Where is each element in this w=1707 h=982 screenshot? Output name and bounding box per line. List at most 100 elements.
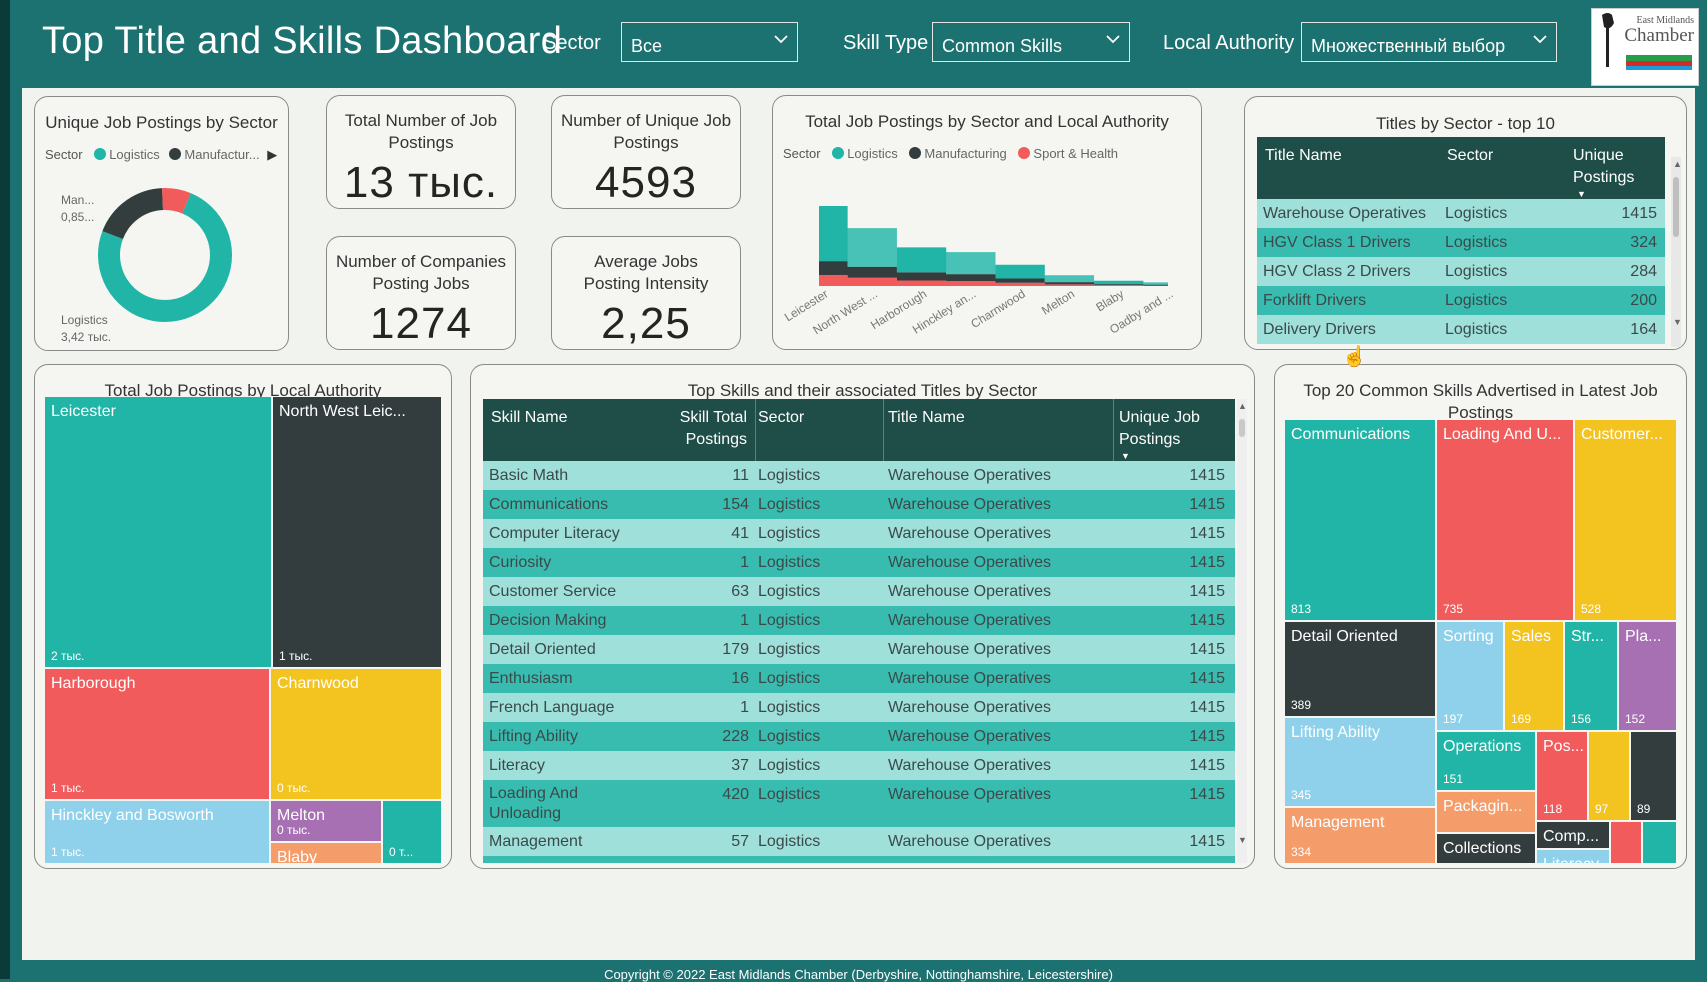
treemap-tile-label: Communications: [1291, 426, 1411, 443]
treemap-tile[interactable]: Management 334: [1285, 808, 1435, 863]
treemap-tile-value: 169: [1511, 712, 1532, 726]
treemap-tile[interactable]: Sorting 197: [1437, 622, 1503, 730]
treemap-tile[interactable]: Pla... 152: [1619, 622, 1676, 730]
treemap-tile[interactable]: Str... 156: [1565, 622, 1617, 730]
scroll-up-icon[interactable]: ▲: [1238, 401, 1247, 411]
table-row[interactable]: French Language 1 Logistics Warehouse Opera…: [483, 693, 1235, 722]
table-cell: Decision Making: [489, 612, 607, 629]
table-cell: Warehouse Operatives: [888, 670, 1052, 687]
table-row[interactable]: Warehouse Operatives Logistics 1415: [1257, 199, 1665, 228]
area-chart-card[interactable]: Total Job Postings by Sector and Local A…: [772, 95, 1202, 350]
table-row[interactable]: Operations 4 Logistics Warehouse Operatives…: [483, 856, 1235, 863]
donut-chart[interactable]: [95, 185, 235, 325]
table-row[interactable]: HGV Class 2 Drivers Logistics 284: [1257, 257, 1665, 286]
treemap-tile[interactable]: North West Leic... 1 тыс.: [273, 397, 441, 667]
table-scrollbar[interactable]: ▲ ▼: [1237, 399, 1247, 863]
table-row[interactable]: Customer Service 63 Logistics Warehouse Ope…: [483, 577, 1235, 606]
treemap-tile[interactable]: Charnwood 0 тыс.: [271, 669, 441, 799]
treemap-tile[interactable]: Leicester 2 тыс.: [45, 397, 271, 667]
table-row[interactable]: Communications 154 Logistics Warehouse Oper…: [483, 490, 1235, 519]
skills-table[interactable]: Skill Name Skill Total Postings Sector T…: [483, 399, 1235, 863]
table-row[interactable]: HGV Class 1 Drivers Logistics 324: [1257, 228, 1665, 257]
treemap-tile[interactable]: Hinckley and Bosworth 1 тыс.: [45, 801, 269, 863]
treemap-tile[interactable]: 97: [1589, 732, 1629, 820]
table-cell: Logistics: [758, 833, 821, 850]
table-row[interactable]: Computer Literacy 41 Logistics Warehouse Op…: [483, 519, 1235, 548]
treemap-tile-label: Collections: [1443, 840, 1522, 857]
table-row[interactable]: Enthusiasm 16 Logistics Warehouse Operative…: [483, 664, 1235, 693]
column-header-sector[interactable]: Sector: [1447, 145, 1493, 167]
treemap-tile[interactable]: [1643, 822, 1676, 863]
footer: Copyright © 2022 East Midlands Chamber (…: [10, 962, 1707, 982]
skills-treemap[interactable]: Communications 813 Loading And U... 735 Cust…: [1285, 420, 1676, 863]
treemap-tile-value: 735: [1443, 602, 1464, 616]
table-cell: 1415: [1189, 670, 1225, 687]
table-row[interactable]: Delivery Drivers Logistics 164: [1257, 315, 1665, 344]
treemap-tile[interactable]: Literacy: [1537, 850, 1609, 863]
treemap-tile[interactable]: Loading And U... 735: [1437, 420, 1573, 620]
local-authority-filter-dropdown[interactable]: Множественный выбор: [1301, 22, 1557, 62]
column-header-unique-job-postings[interactable]: Unique Job Postings: [1119, 407, 1209, 451]
treemap-tile[interactable]: Packagin...: [1437, 792, 1535, 832]
scroll-down-icon[interactable]: ▼: [1673, 317, 1682, 327]
table-row[interactable]: Forklift Drivers Logistics 200: [1257, 286, 1665, 315]
treemap-tile[interactable]: Lifting Ability 345: [1285, 718, 1435, 806]
table-row[interactable]: Detail Oriented 179 Logistics Warehouse Ope…: [483, 635, 1235, 664]
area-chart[interactable]: LeicesterNorth West ...HarboroughHinckle…: [773, 176, 1201, 346]
titles-table-card[interactable]: Titles by Sector - top 10 Title Name Sec…: [1244, 96, 1687, 350]
column-header-skill-total[interactable]: Skill Total Postings: [657, 407, 747, 451]
treemap-tile[interactable]: Operations 151: [1437, 732, 1535, 790]
column-header-skill-name[interactable]: Skill Name: [491, 407, 567, 429]
treemap-tile[interactable]: Customer... 528: [1575, 420, 1676, 620]
table-scrollbar[interactable]: ▲ ▼: [1671, 157, 1682, 347]
kpi-label: Average Jobs Posting Intensity: [583, 252, 709, 293]
kpi-intensity-card: Average Jobs Posting Intensity 2,25: [551, 236, 741, 350]
table-cell: Logistics: [758, 467, 821, 484]
la-treemap[interactable]: Leicester 2 тыс. North West Leic... 1 тыс. H…: [45, 397, 441, 863]
treemap-tile[interactable]: Comp...: [1537, 822, 1609, 848]
treemap-tile[interactable]: [1611, 822, 1641, 863]
treemap-tile[interactable]: Pos... 118: [1537, 732, 1587, 820]
scrollbar-thumb[interactable]: [1239, 419, 1245, 437]
treemap-tile[interactable]: Blaby: [271, 843, 381, 863]
table-cell: 324: [1630, 234, 1657, 251]
table-row[interactable]: Literacy 37 Logistics Warehouse Operatives 1…: [483, 751, 1235, 780]
treemap-tile[interactable]: Sales 169: [1505, 622, 1563, 730]
table-cell: Warehouse Operatives: [888, 496, 1052, 513]
table-cell: Warehouse Operatives: [888, 467, 1052, 484]
treemap-tile[interactable]: 89: [1631, 732, 1676, 820]
table-cell: 1415: [1621, 205, 1657, 222]
titles-table[interactable]: Title Name Sector Unique Postings ▼ Ware…: [1257, 137, 1665, 347]
table-row[interactable]: Management 57 Logistics Warehouse Operative…: [483, 827, 1235, 856]
la-treemap-card[interactable]: Total Job Postings by Local Authority Le…: [34, 364, 452, 869]
table-cell: 228: [722, 728, 749, 745]
donut-slice-manufacturing[interactable]: [102, 188, 164, 240]
skill-type-filter-label: Skill Type: [843, 32, 929, 54]
legend-item: Logistics: [847, 146, 898, 161]
scroll-down-icon[interactable]: ▼: [1238, 835, 1247, 845]
table-row[interactable]: Lifting Ability 228 Logistics Warehouse Ope…: [483, 722, 1235, 751]
treemap-tile[interactable]: Harborough 1 тыс.: [45, 669, 269, 799]
column-header-title-name[interactable]: Title Name: [1265, 145, 1342, 167]
table-row[interactable]: Loading And Unloading 420 Logistics Warehou…: [483, 780, 1235, 827]
treemap-tile[interactable]: Communications 813: [1285, 420, 1435, 620]
table-row[interactable]: Decision Making 1 Logistics Warehouse Opera…: [483, 606, 1235, 635]
column-header-title-name[interactable]: Title Name: [888, 407, 965, 429]
column-header-sector[interactable]: Sector: [758, 407, 804, 429]
skill-type-filter-dropdown[interactable]: Common Skills: [932, 22, 1130, 62]
skills-table-card[interactable]: Top Skills and their associated Titles b…: [470, 364, 1255, 869]
table-row[interactable]: Curiosity 1 Logistics Warehouse Operatives 1…: [483, 548, 1235, 577]
treemap-tile[interactable]: Melton 0 тыс.: [271, 801, 381, 841]
scroll-up-icon[interactable]: ▲: [1673, 159, 1682, 169]
donut-card[interactable]: Unique Job Postings by Sector Sector Log…: [34, 96, 289, 351]
table-row[interactable]: Basic Math 11 Logistics Warehouse Operative…: [483, 461, 1235, 490]
treemap-tile[interactable]: Collections: [1437, 834, 1535, 863]
treemap-tile[interactable]: 0 т...: [383, 801, 441, 863]
legend-next-arrow-icon[interactable]: ▶: [267, 147, 277, 162]
donut-slice-sport-health[interactable]: [162, 188, 191, 214]
skills-treemap-card[interactable]: Top 20 Common Skills Advertised in Lates…: [1274, 364, 1687, 869]
treemap-tile[interactable]: Detail Oriented 389: [1285, 622, 1435, 716]
treemap-tile-value: 528: [1581, 602, 1602, 616]
sector-filter-dropdown[interactable]: Все: [621, 22, 798, 62]
scrollbar-thumb[interactable]: [1673, 177, 1679, 237]
